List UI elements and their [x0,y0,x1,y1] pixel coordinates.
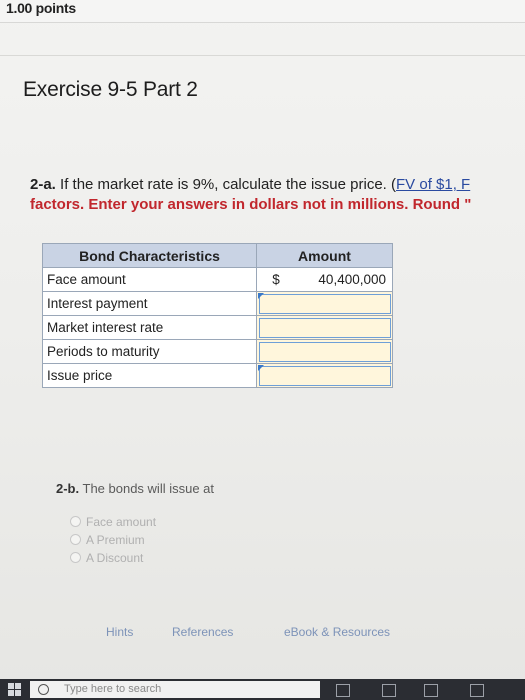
table-row: Interest payment [42,291,393,316]
divider [0,55,525,56]
input-flag-icon [258,365,264,371]
taskbar-app-icon[interactable] [470,684,484,697]
row-label-interest-payment: Interest payment [42,291,257,316]
table-row: Periods to maturity [42,339,393,364]
taskbar-search-input[interactable]: Type here to search [30,681,320,698]
row-label-issue-price: Issue price [42,363,257,388]
points-label: 1.00 points [6,0,76,16]
os-taskbar: Type here to search [0,679,525,700]
row-label-face-amount: Face amount [42,267,257,292]
windows-start-icon[interactable] [8,683,22,696]
option-discount[interactable]: A Discount [70,551,143,565]
search-placeholder: Type here to search [64,683,162,695]
fv-table-link[interactable]: FV of $1, F [396,176,470,193]
question-2b-text: The bonds will issue at [79,481,215,496]
question-text: If the market rate is 9%, calculate the … [55,176,397,193]
row-label-market-interest-rate: Market interest rate [42,315,257,340]
top-bar: 1.00 points [0,0,525,23]
interest-payment-input[interactable] [256,291,393,316]
radio-icon[interactable] [70,516,81,527]
periods-to-maturity-input[interactable] [256,339,393,364]
option-premium[interactable]: A Premium [70,533,145,547]
row-label-periods-to-maturity: Periods to maturity [42,339,257,364]
cortana-circle-icon [38,684,49,695]
currency-symbol: $ [272,272,280,287]
taskbar-app-icon[interactable] [424,684,438,697]
table-header-row: Bond Characteristics Amount [42,243,393,268]
references-link[interactable]: References [172,625,233,639]
input-flag-icon [258,293,264,299]
hints-link[interactable]: Hints [106,625,133,639]
taskbar-app-icon[interactable] [382,684,396,697]
table-row: Market interest rate [42,315,393,340]
question-2b-number: 2-b. [56,481,80,496]
table-row: Face amount $ 40,400,000 [42,267,393,292]
question-2b: 2-b. The bonds will issue at [56,481,214,496]
bond-table: Bond Characteristics Amount Face amount … [42,243,393,388]
exercise-title: Exercise 9-5 Part 2 [23,78,198,101]
question-number: 2-a. [30,176,56,193]
table-row: Issue price [42,363,393,388]
option-face-amount[interactable]: Face amount [70,515,156,529]
radio-icon[interactable] [70,552,81,563]
column-header-characteristics: Bond Characteristics [42,243,257,268]
issue-price-input[interactable] [256,363,393,388]
market-interest-rate-input[interactable] [256,315,393,340]
column-header-amount: Amount [256,243,393,268]
task-view-icon[interactable] [336,684,350,697]
face-amount-value-cell: $ 40,400,000 [256,267,393,292]
radio-icon[interactable] [70,534,81,545]
question-instruction: factors. Enter your answers in dollars n… [30,196,472,213]
ebook-resources-link[interactable]: eBook & Resources [284,625,390,639]
face-amount-value: 40,400,000 [318,272,386,287]
question-2a: 2-a. If the market rate is 9%, calculate… [30,175,525,215]
